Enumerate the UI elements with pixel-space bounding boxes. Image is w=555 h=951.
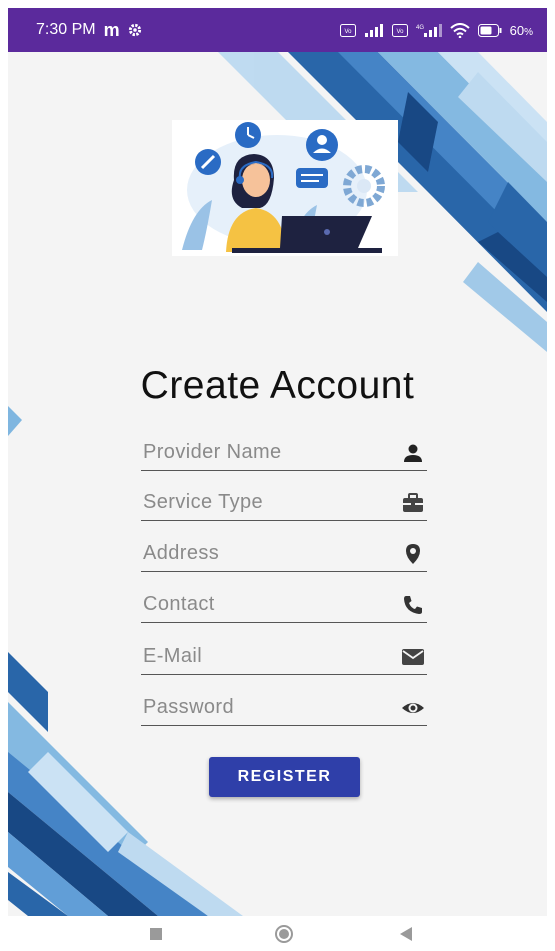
location-pin-icon — [406, 544, 420, 564]
contact-field[interactable] — [141, 587, 427, 623]
eye-icon[interactable] — [401, 696, 425, 720]
4g-signal-icon: 4G — [416, 24, 442, 37]
volte-icon: Vo — [339, 23, 356, 37]
provider-name-input[interactable] — [141, 435, 383, 469]
contact-input[interactable] — [141, 587, 383, 621]
page-title: Create Account — [140, 364, 415, 407]
battery-icon — [477, 23, 502, 37]
provider-name-field[interactable] — [141, 435, 427, 471]
volte-icon: Vo — [391, 23, 408, 37]
signal-icon — [364, 23, 383, 37]
wifi-icon — [449, 22, 470, 38]
svg-text:4G: 4G — [416, 25, 424, 31]
svg-text:Vo: Vo — [344, 29, 352, 35]
back-triangle-icon[interactable] — [396, 924, 416, 944]
status-time: 7:30 PM — [36, 21, 96, 38]
password-field[interactable] — [141, 690, 427, 726]
phone-icon — [404, 596, 422, 614]
system-nav-bar — [0, 916, 555, 951]
email-field[interactable] — [141, 639, 427, 675]
register-button[interactable]: REGISTER — [209, 757, 360, 797]
carrier-glyph: m — [103, 19, 120, 40]
service-type-field[interactable] — [141, 485, 427, 521]
briefcase-icon — [403, 493, 423, 512]
recents-square-icon[interactable] — [146, 924, 166, 944]
service-type-input[interactable] — [141, 485, 383, 519]
email-input[interactable] — [141, 639, 383, 673]
settings-gear-icon — [128, 23, 141, 37]
person-icon — [404, 444, 422, 462]
battery-level: 60% — [509, 22, 533, 38]
support-agent-illustration — [172, 120, 398, 256]
address-field[interactable] — [141, 536, 427, 572]
home-circle-icon[interactable] — [274, 924, 294, 944]
mail-icon — [402, 649, 424, 665]
svg-text:Vo: Vo — [396, 29, 404, 35]
password-input[interactable] — [141, 690, 383, 724]
app-screen: Create Account Provider Name Service Typ… — [8, 52, 547, 916]
address-input[interactable] — [141, 536, 383, 570]
status-bar: 7:30 PM m Vo Vo 4G 60% — [8, 8, 547, 52]
